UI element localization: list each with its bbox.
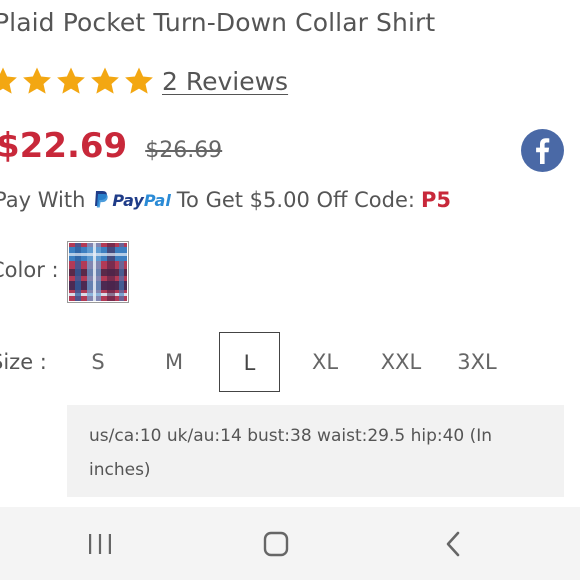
paypal-wordmark-pal: Pal — [143, 190, 171, 210]
original-price: $26.69 — [145, 138, 223, 163]
recent-apps-icon — [89, 534, 111, 554]
product-page: Plaid Pocket Turn-Down Collar Shirt 2 Re… — [0, 0, 580, 580]
paypal-wordmark-pay: Pay — [112, 190, 144, 210]
size-option-3xl[interactable]: 3XL — [446, 332, 508, 392]
facebook-icon — [536, 138, 550, 164]
size-option-s[interactable]: S — [68, 332, 128, 392]
sale-price: $22.69 — [0, 126, 128, 166]
rating-row: 2 Reviews — [0, 64, 288, 98]
size-label: Size : — [0, 350, 47, 374]
size-option-xl[interactable]: XL — [295, 332, 355, 392]
facebook-share-button[interactable] — [521, 129, 564, 172]
star-icon — [0, 67, 17, 94]
promo-prefix: Pay With — [0, 188, 86, 212]
promo-text: To Get $5.00 Off Code: — [176, 188, 415, 212]
reviews-link[interactable]: 2 Reviews — [162, 67, 288, 96]
product-title: Plaid Pocket Turn-Down Collar Shirt — [0, 8, 436, 37]
color-label: Color : — [0, 258, 59, 282]
rating-stars — [0, 64, 156, 98]
price-row: $22.69 $26.69 — [0, 126, 222, 166]
back-icon — [446, 531, 460, 557]
star-icon — [125, 67, 153, 94]
paypal-wordmark: PayPal — [112, 191, 170, 210]
paypal-promo: Pay With PayPal To Get $5.00 Off Code: P… — [0, 188, 451, 212]
paypal-icon — [95, 191, 109, 208]
size-info-box: us/ca:10 uk/au:14 bust:38 waist:29.5 hip… — [67, 405, 564, 497]
recent-apps-button[interactable] — [83, 527, 117, 561]
size-option-l-selected[interactable]: L — [219, 332, 280, 392]
star-icon — [91, 67, 119, 94]
android-nav-bar — [0, 507, 580, 580]
size-option-xxl[interactable]: XXL — [370, 332, 432, 392]
plaid-swatch-image — [69, 243, 127, 301]
paypal-logo: PayPal — [93, 190, 171, 210]
back-button[interactable] — [436, 527, 470, 561]
home-icon — [263, 531, 289, 557]
color-swatch-plaid[interactable] — [67, 241, 129, 303]
home-button[interactable] — [259, 527, 293, 561]
star-icon — [23, 67, 51, 94]
star-icon — [57, 67, 85, 94]
promo-code: P5 — [421, 188, 452, 212]
size-option-m[interactable]: M — [144, 332, 204, 392]
